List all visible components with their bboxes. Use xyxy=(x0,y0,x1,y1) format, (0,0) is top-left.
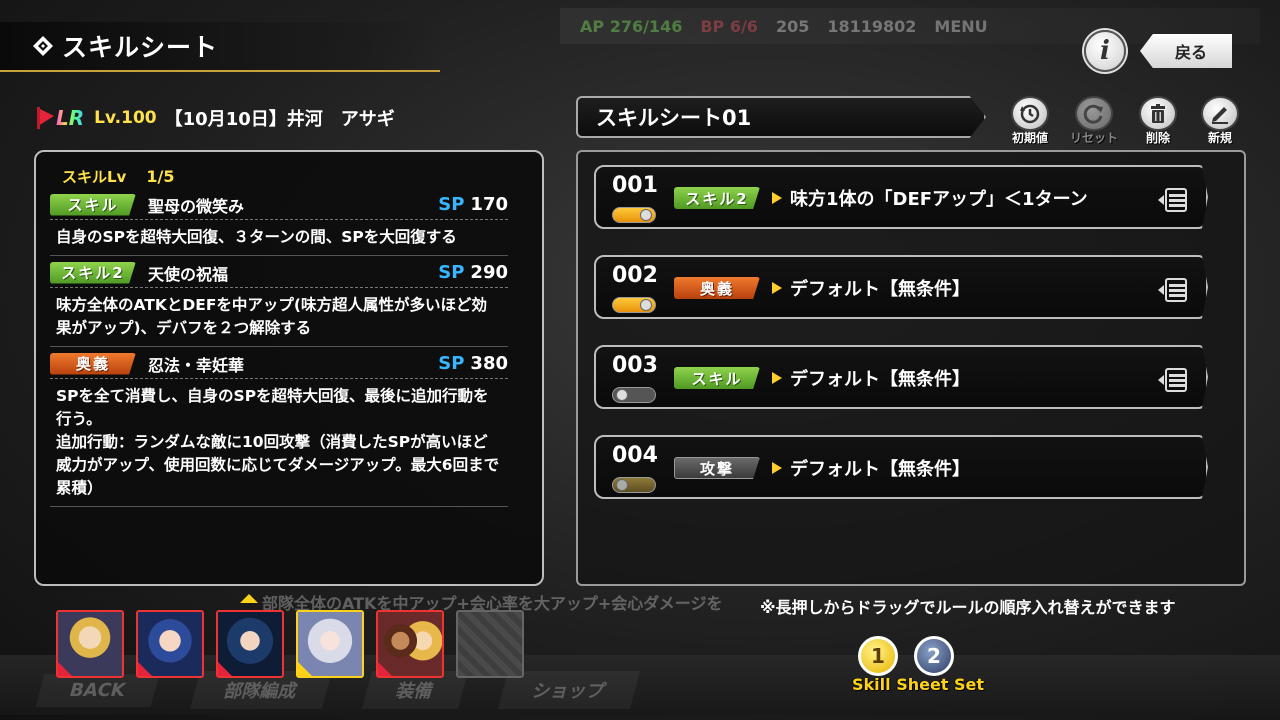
rule-row[interactable]: 003 スキル デフォルト【無条件】 xyxy=(594,345,1208,409)
triangle-arrow-icon xyxy=(772,462,782,474)
rule-number: 001 xyxy=(612,173,658,198)
skill-entry: 奥義 忍法・幸妊華 SP 380 SPを全て消費し、自身のSPを超特大回復、最後に… xyxy=(50,349,508,507)
skill-tag: 奥義 xyxy=(50,352,136,375)
triangle-arrow-icon xyxy=(772,282,782,294)
rule-number: 004 xyxy=(612,443,658,468)
character-portrait[interactable] xyxy=(216,610,284,678)
character-name: 【10月10日】井河 アサギ xyxy=(164,109,395,130)
reorder-hint: ※長押しからドラッグでルールの順序入れ替えができます xyxy=(760,598,1176,617)
reset-icon xyxy=(1083,104,1103,124)
new-sheet-button[interactable]: 新規 xyxy=(1192,96,1248,146)
party-portraits xyxy=(56,610,524,678)
page-button[interactable]: 2 xyxy=(914,636,954,676)
skill-level-label: スキルLv xyxy=(62,167,127,186)
selected-indicator-icon xyxy=(240,594,258,603)
info-button[interactable]: i xyxy=(1084,30,1126,72)
sheet-set-pager: 1 2 xyxy=(858,636,954,676)
character-portrait[interactable] xyxy=(136,610,204,678)
rule-tag: スキル xyxy=(674,367,760,389)
sheet-title[interactable]: スキルシート01 xyxy=(576,96,986,138)
skill-name: 聖母の微笑み xyxy=(148,196,245,216)
skill-entry: スキル 聖母の微笑み SP 170 自身のSPを超特大回復、３ターンの間、SPを大… xyxy=(50,190,508,256)
skill-level-row: スキルLv 1/5 xyxy=(62,164,508,188)
rule-row[interactable]: 001 スキル2 味方1体の「DEFアップ」＜1ターン xyxy=(594,165,1208,229)
skill-tag: スキル2 xyxy=(50,261,136,284)
info-icon: i xyxy=(1100,36,1110,66)
triangle-arrow-icon xyxy=(772,372,782,384)
rarity-badge: LR xyxy=(36,106,84,130)
history-icon xyxy=(1020,104,1040,123)
triangle-arrow-icon xyxy=(772,192,782,204)
character-portrait[interactable] xyxy=(296,610,364,678)
rule-number: 002 xyxy=(612,263,658,288)
rule-row[interactable]: 004 攻撃 デフォルト【無条件】 xyxy=(594,435,1208,499)
skill-sp: SP 290 xyxy=(438,262,508,283)
pager-label: Skill Sheet Set xyxy=(852,675,985,694)
skill-name: 天使の祝福 xyxy=(148,264,229,284)
title-bar: スキルシート xyxy=(0,22,440,72)
rule-toggle xyxy=(612,477,656,493)
skill-description: SPを全て消費し、自身のSPを超特大回復、最後に追加行動を行う。 追加行動：ラン… xyxy=(50,379,508,507)
trash-icon xyxy=(1151,103,1165,123)
empty-slot[interactable] xyxy=(456,610,524,678)
back-button[interactable]: 戻る xyxy=(1140,34,1232,68)
rule-toggle[interactable] xyxy=(612,297,656,313)
drag-handle-icon[interactable] xyxy=(1158,277,1190,303)
diamond-icon xyxy=(33,36,53,56)
skill-name: 忍法・幸妊華 xyxy=(148,355,245,375)
skill-tag: スキル xyxy=(50,193,136,216)
rule-condition: デフォルト【無条件】 xyxy=(790,459,970,480)
rule-condition: デフォルト【無条件】 xyxy=(790,369,970,390)
skill-sp: SP 380 xyxy=(438,353,508,374)
character-header: LR Lv.100 【10月10日】井河 アサギ xyxy=(36,104,536,132)
character-portrait[interactable] xyxy=(56,610,124,678)
drag-handle-icon[interactable] xyxy=(1158,187,1190,213)
skill-description: 味方全体のATKとDEFを中アップ(味方超人属性が多いほど効果がアップ)、デバフ… xyxy=(50,288,508,347)
skill-detail-panel: スキルLv 1/5 スキル 聖母の微笑み SP 170 自身のSPを超特大回復、３… xyxy=(34,150,544,586)
rule-toggle[interactable] xyxy=(612,207,656,223)
reset-to-default-button[interactable]: 初期値 xyxy=(1002,96,1058,146)
rule-row[interactable]: 002 奥義 デフォルト【無条件】 xyxy=(594,255,1208,319)
drag-handle-icon[interactable] xyxy=(1158,367,1190,393)
skill-description: 自身のSPを超特大回復、３ターンの間、SPを大回復する xyxy=(50,220,508,256)
rule-tag: スキル2 xyxy=(674,187,760,209)
character-level: Lv.100 xyxy=(94,108,157,128)
rule-toggle[interactable] xyxy=(612,387,656,403)
character-portrait[interactable] xyxy=(376,610,444,678)
rule-tag: 攻撃 xyxy=(674,457,760,479)
skill-level-value: 1/5 xyxy=(146,166,175,186)
rule-condition: 味方1体の「DEFアップ」＜1ターン xyxy=(790,189,1088,210)
page-title: スキルシート xyxy=(62,33,219,62)
rule-condition: デフォルト【無条件】 xyxy=(790,279,970,300)
page-button[interactable]: 1 xyxy=(858,636,898,676)
rarity-flag-icon xyxy=(37,107,54,129)
skill-entry: スキル2 天使の祝福 SP 290 味方全体のATKとDEFを中アップ(味方超人属… xyxy=(50,258,508,347)
rule-number: 003 xyxy=(612,353,658,378)
rarity-label: LR xyxy=(56,106,85,130)
rule-tag: 奥義 xyxy=(674,277,760,299)
delete-button[interactable]: 削除 xyxy=(1130,96,1186,146)
reset-button[interactable]: リセット xyxy=(1066,96,1122,146)
pencil-icon xyxy=(1212,106,1228,124)
skill-sp: SP 170 xyxy=(438,194,508,215)
